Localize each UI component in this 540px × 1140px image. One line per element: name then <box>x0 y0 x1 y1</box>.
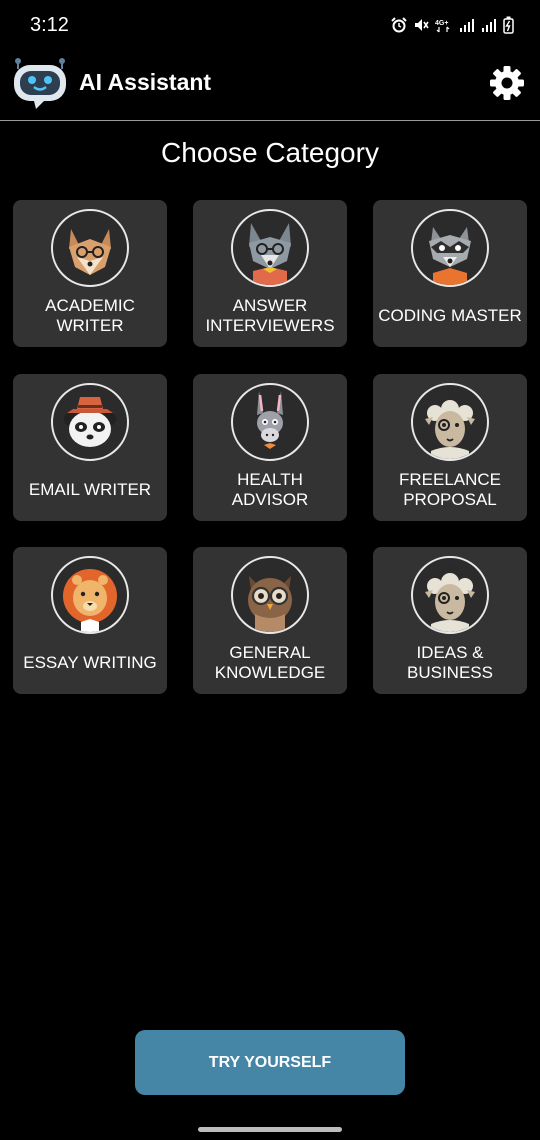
wolf-glasses-icon <box>231 209 309 287</box>
category-card-academic-writer[interactable]: ACADEMIC WRITER <box>13 200 167 347</box>
raccoon-icon <box>411 209 489 287</box>
signal-icon-2 <box>482 19 496 32</box>
category-label: ACADEMIC WRITER <box>45 296 135 335</box>
sheep-monocle-icon <box>411 383 489 461</box>
category-label: GENERAL KNOWLEDGE <box>214 643 326 682</box>
category-card-general-knowledge[interactable]: GENERAL KNOWLEDGE <box>193 547 347 694</box>
fox-glasses-icon <box>51 209 129 287</box>
app-title: AI Assistant <box>79 69 212 95</box>
home-indicator[interactable] <box>198 1127 342 1132</box>
category-card-answer-interviewers[interactable]: ANSWER INTERVIEWERS <box>193 200 347 347</box>
status-bar: 3:12 4G+ <box>0 0 540 50</box>
network-4g-icon: 4G+ <box>435 20 450 33</box>
gear-icon <box>490 66 524 100</box>
settings-button[interactable] <box>488 64 526 102</box>
header-divider <box>0 120 540 121</box>
page-title: Choose Category <box>161 137 379 168</box>
category-label: CODING MASTER <box>378 306 522 325</box>
mute-icon <box>415 19 429 31</box>
category-label: FREELANCE PROPOSAL <box>398 470 502 509</box>
category-card-essay-writing[interactable]: ESSAY WRITING <box>13 547 167 694</box>
signal-icon-1 <box>460 19 474 32</box>
category-label: HEALTH ADVISOR <box>231 470 309 509</box>
sheep-monocle-icon <box>411 556 489 634</box>
svg-text:4G+: 4G+ <box>435 20 448 27</box>
donkey-icon <box>231 383 309 461</box>
try-yourself-button[interactable]: TRY YOURSELF <box>135 1030 405 1095</box>
category-label: ANSWER INTERVIEWERS <box>205 296 335 335</box>
robot-chat-icon <box>14 58 66 109</box>
category-card-ideas-business[interactable]: IDEAS & BUSINESS <box>373 547 527 694</box>
status-icons: 4G+ <box>391 16 514 34</box>
category-card-email-writer[interactable]: EMAIL WRITER <box>13 374 167 521</box>
app-bar: AI Assistant <box>0 50 540 120</box>
alarm-icon <box>391 17 407 33</box>
panda-hat-icon <box>51 383 129 461</box>
lion-icon <box>51 556 129 634</box>
category-card-health-advisor[interactable]: HEALTH ADVISOR <box>193 374 347 521</box>
category-label: EMAIL WRITER <box>28 480 152 499</box>
battery-icon <box>503 16 514 34</box>
status-time: 3:12 <box>30 14 69 36</box>
category-label: ESSAY WRITING <box>23 653 157 672</box>
category-label: IDEAS & BUSINESS <box>407 643 493 682</box>
category-card-freelance-proposal[interactable]: FREELANCE PROPOSAL <box>373 374 527 521</box>
category-card-coding-master[interactable]: CODING MASTER <box>373 200 527 347</box>
owl-glasses-icon <box>231 556 309 634</box>
